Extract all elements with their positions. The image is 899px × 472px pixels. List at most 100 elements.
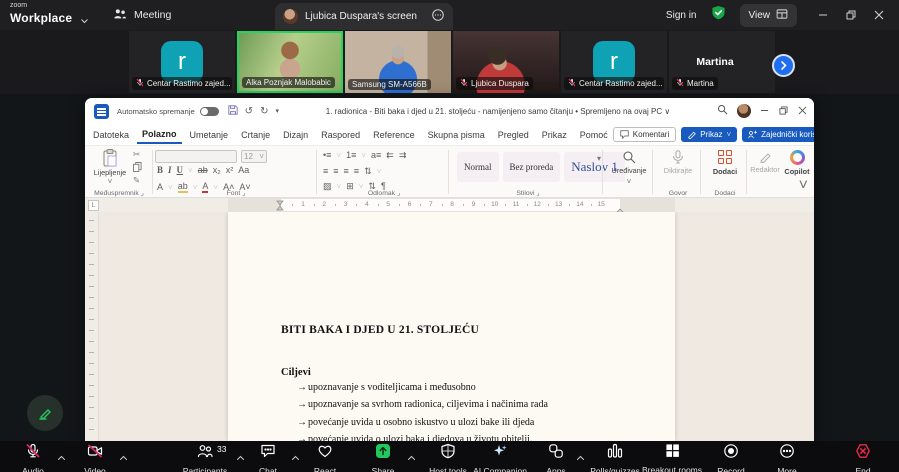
polls-icon — [607, 443, 623, 464]
increase-indent-button[interactable]: ⇉ — [399, 151, 407, 160]
dictate-button[interactable]: Diktirajte — [658, 150, 698, 175]
collapse-ribbon-chevron-icon[interactable]: ˅ — [799, 177, 808, 195]
align-left-button[interactable]: ≡ — [323, 167, 328, 176]
participant-tile[interactable]: MartinaMartina — [669, 31, 775, 93]
underline-button[interactable]: U — [177, 166, 184, 175]
restore-button[interactable] — [839, 3, 863, 27]
word-restore-icon[interactable] — [779, 102, 788, 120]
search-icon[interactable] — [717, 102, 728, 120]
tab-meeting[interactable]: Meeting — [113, 0, 171, 30]
word-close-icon[interactable] — [798, 102, 807, 120]
horizontal-ruler[interactable]: L 123456789101112131415 — [85, 198, 814, 212]
close-button[interactable] — [867, 3, 891, 27]
tab-stop-selector[interactable]: L — [88, 200, 99, 211]
ribbon-tab-datoteka[interactable]: Datoteka — [88, 126, 134, 143]
participant-tile[interactable]: Ljubica Duspara — [453, 31, 559, 93]
participant-tile[interactable]: rCentar Rastimo zajed... — [561, 31, 667, 93]
bullet-list-button[interactable]: •≡ — [323, 151, 331, 160]
copy-icon[interactable] — [133, 162, 142, 174]
toolbar-label: Video — [84, 466, 106, 472]
paste-button[interactable]: Lijepljenje ˅ — [93, 149, 127, 187]
font-group-label: Font — [227, 190, 241, 197]
minimize-button[interactable] — [811, 3, 835, 27]
workspace-chevron-down-icon[interactable] — [80, 11, 89, 29]
comments-button[interactable]: Komentari — [613, 127, 676, 142]
next-participants-button[interactable] — [772, 54, 795, 77]
addins-button[interactable]: Dodaci — [706, 150, 744, 176]
annotate-button[interactable] — [27, 395, 63, 431]
subscript-button[interactable]: x₂ — [213, 166, 221, 175]
style-card-bez-proreda[interactable]: Bez proreda — [503, 152, 561, 182]
style-card-normal[interactable]: Normal — [457, 152, 499, 182]
zoom-top-bar: zoom Workplace Meeting Ljubica Duspara's… — [0, 0, 899, 30]
ribbon-tab-umetanje[interactable]: Umetanje — [185, 126, 234, 143]
participant-tile[interactable]: Samsung SM-A566B — [345, 31, 451, 93]
sign-in-button[interactable]: Sign in — [666, 10, 697, 21]
multilevel-list-button[interactable]: a≡ — [371, 151, 381, 160]
ribbon-tab-skupna-pisma[interactable]: Skupna pisma — [423, 126, 490, 143]
zoom-logo-text: zoom — [10, 2, 72, 9]
editor-button[interactable]: Redaktor — [749, 150, 781, 174]
toolbar-end-button[interactable]: End — [818, 443, 899, 472]
copilot-button[interactable]: Copilot — [781, 150, 813, 176]
ribbon-tab-prikaz[interactable]: Prikaz — [537, 126, 572, 143]
word-account-avatar[interactable] — [737, 104, 751, 118]
ribbon-tab-polazno[interactable]: Polazno — [137, 125, 182, 144]
ribbon-tab-dizajn[interactable]: Dizajn — [278, 126, 313, 143]
justify-button[interactable]: ≡ — [354, 167, 359, 176]
bold-button[interactable]: B — [157, 166, 163, 175]
participant-nameplate: Centar Rastimo zajed... — [564, 77, 664, 90]
ribbon-tab-pomoć[interactable]: Pomoć — [575, 126, 613, 143]
toolbar-chevron-up-icon[interactable] — [119, 448, 128, 466]
font-size-dropdown[interactable]: 12˅ — [241, 150, 267, 163]
vertical-ruler[interactable] — [85, 212, 99, 441]
toolbar-label: Share — [372, 466, 395, 472]
ribbon-tab-raspored[interactable]: Raspored — [316, 126, 365, 143]
ribbon-tab-reference[interactable]: Reference — [368, 126, 420, 143]
strikethrough-button[interactable]: ab — [198, 166, 208, 175]
align-right-button[interactable]: ≡ — [344, 167, 349, 176]
format-painter-icon[interactable]: ✎ — [133, 176, 142, 185]
view-button[interactable]: View — [740, 4, 798, 27]
copilot-label: Copilot — [784, 167, 809, 176]
redo-icon[interactable]: ↻ — [260, 106, 268, 117]
numbered-list-button[interactable]: 1≡ — [346, 151, 356, 160]
copilot-icon — [790, 150, 805, 165]
font-size-value: 12 — [244, 152, 253, 161]
undo-icon[interactable]: ↺ — [245, 106, 253, 117]
autosave-toggle[interactable] — [200, 107, 219, 116]
decrease-indent-button[interactable]: ⇇ — [386, 151, 394, 160]
styles-gallery-more-button[interactable]: ▾ — [597, 154, 601, 163]
security-shield-icon[interactable] — [711, 5, 726, 25]
change-case-button[interactable]: Aa — [238, 166, 249, 175]
italic-button[interactable]: I — [168, 166, 172, 175]
participant-tile[interactable]: rCentar Rastimo zajed... — [129, 31, 235, 93]
participant-tile[interactable]: Alka Poznjak Malobabic — [237, 31, 343, 93]
editing-menu-button[interactable]: Uređivanje ˅ — [609, 150, 649, 186]
document-heading: BITI BAKA I DJED U 21. STOLJEĆU — [281, 324, 479, 336]
tab-shared-screen[interactable]: Ljubica Duspara's screen — [275, 3, 453, 30]
muted-mic-icon — [676, 78, 684, 89]
cut-icon[interactable]: ✂ — [133, 150, 142, 159]
save-icon[interactable] — [228, 105, 238, 118]
superscript-button[interactable]: x² — [226, 166, 234, 175]
document-canvas[interactable]: BITI BAKA I DJED U 21. STOLJEĆU Ciljevi … — [85, 212, 814, 441]
font-name-dropdown[interactable] — [155, 150, 237, 163]
ribbon-tab-pregled[interactable]: Pregled — [493, 126, 534, 143]
addins-label: Dodaci — [713, 167, 737, 176]
word-minimize-icon[interactable] — [760, 102, 769, 120]
line-spacing-button[interactable]: ⇅ — [364, 167, 372, 176]
display-mode-button[interactable]: Prikaz ˅ — [681, 127, 737, 142]
share-document-button[interactable]: Zajednički koristi ˅ — [742, 127, 814, 142]
toolbar-label: End — [855, 466, 870, 472]
tab-options-ellipsis-icon[interactable] — [431, 8, 445, 25]
word-title-bar: Automatsko spremanje ↺ ↻ ▾ 1. radionica … — [85, 98, 814, 124]
muted-mic-icon — [460, 78, 468, 89]
align-center-button[interactable]: ≡ — [333, 167, 338, 176]
meeting-tab-label: Meeting — [134, 9, 171, 21]
ruler-number: 13 — [555, 201, 562, 208]
toolbar-label: React — [314, 466, 336, 472]
zoom-workplace-logo: zoom Workplace — [10, 2, 72, 26]
view-layout-icon — [776, 8, 788, 23]
ribbon-tab-crtanje[interactable]: Crtanje — [236, 126, 275, 143]
